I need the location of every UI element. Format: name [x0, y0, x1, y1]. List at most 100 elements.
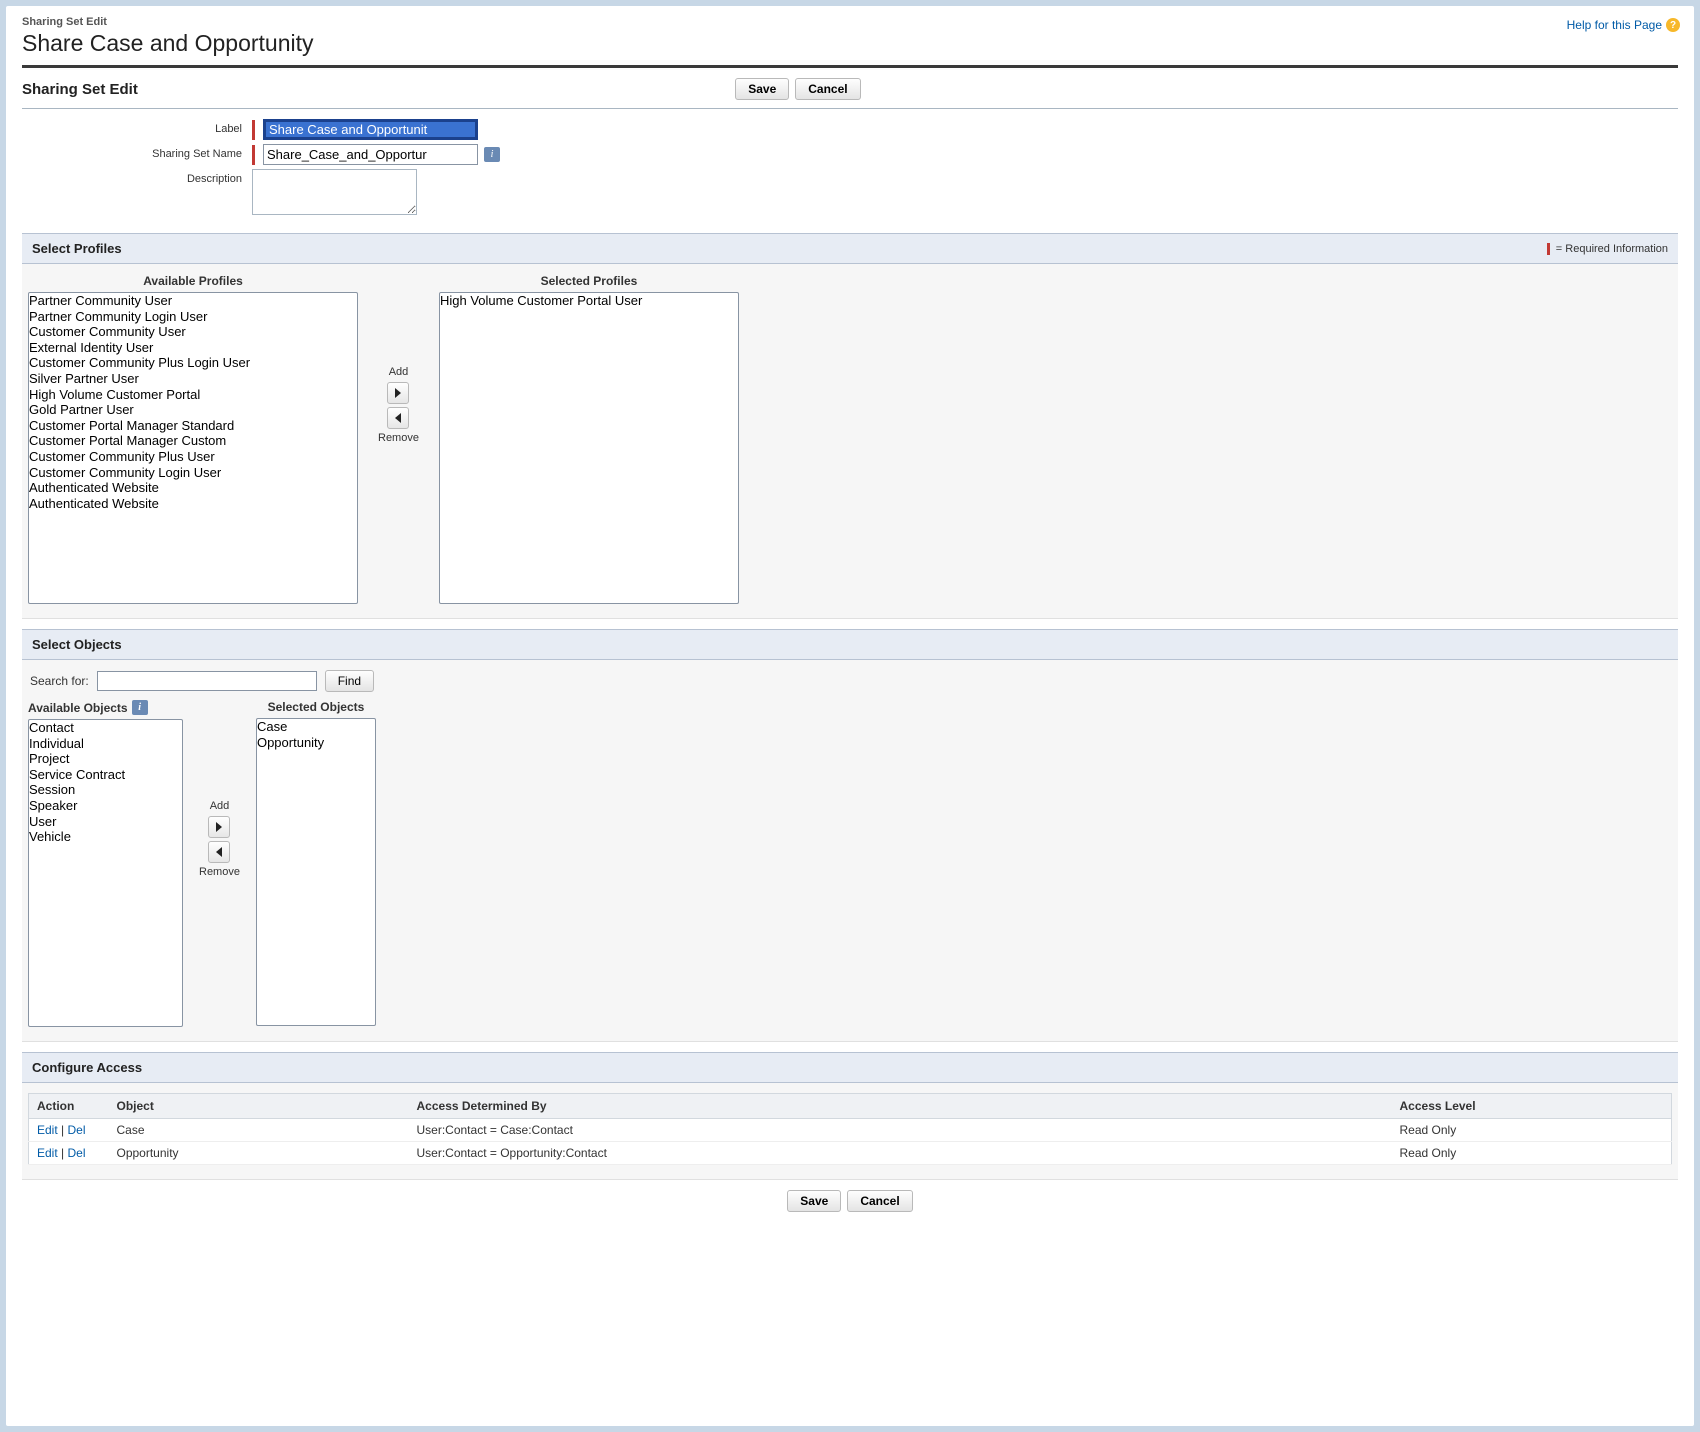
cell-by: User:Contact = Case:Contact — [409, 1119, 1392, 1142]
cell-level: Read Only — [1392, 1119, 1672, 1142]
page-header-sub: Sharing Set Edit — [22, 16, 1678, 28]
selected-profiles-list[interactable]: High Volume Customer Portal User — [439, 292, 739, 604]
list-item[interactable]: Partner Community User — [29, 293, 357, 309]
section-band-objects: Select Objects — [22, 629, 1678, 660]
add-label: Add — [210, 800, 230, 812]
available-profiles-list[interactable]: Partner Community UserPartner Community … — [28, 292, 358, 604]
del-link[interactable]: Del — [67, 1123, 85, 1137]
list-item[interactable]: External Identity User — [29, 340, 357, 356]
remove-label: Remove — [378, 432, 419, 444]
list-item[interactable]: Case — [257, 719, 375, 735]
section-title-objects: Select Objects — [32, 637, 122, 652]
section-title-sharing-set-edit: Sharing Set Edit — [22, 81, 138, 98]
sharing-set-name-input[interactable] — [263, 144, 478, 165]
list-item[interactable]: Contact — [29, 720, 182, 736]
label-field-label: Label — [22, 119, 252, 135]
save-button[interactable]: Save — [735, 78, 789, 100]
cell-level: Read Only — [1392, 1142, 1672, 1165]
list-item[interactable]: Customer Portal Manager Standard — [29, 418, 357, 434]
bottom-toolbar: Save Cancel — [6, 1180, 1694, 1230]
edit-link[interactable]: Edit — [37, 1146, 58, 1160]
add-label: Add — [389, 366, 409, 378]
del-link[interactable]: Del — [67, 1146, 85, 1160]
info-icon[interactable]: i — [132, 700, 148, 715]
section-band-profiles: Select Profiles = Required Information — [22, 233, 1678, 264]
selected-profiles-label: Selected Profiles — [541, 274, 638, 288]
list-item[interactable]: High Volume Customer Portal — [29, 387, 357, 403]
list-item[interactable]: Authenticated Website — [29, 496, 357, 512]
access-body: Action Object Access Determined By Acces… — [22, 1083, 1678, 1180]
list-item[interactable]: Silver Partner User — [29, 371, 357, 387]
col-level: Access Level — [1392, 1094, 1672, 1119]
page-title: Share Case and Opportunity — [22, 30, 1678, 57]
col-action: Action — [29, 1094, 109, 1119]
table-row: Edit | DelOpportunityUser:Contact = Oppo… — [29, 1142, 1672, 1165]
cell-by: User:Contact = Opportunity:Contact — [409, 1142, 1392, 1165]
available-objects-label: Available Objects — [28, 701, 128, 715]
list-item[interactable]: Customer Portal Manager Custom — [29, 433, 357, 449]
cell-object: Opportunity — [109, 1142, 409, 1165]
col-object: Object — [109, 1094, 409, 1119]
chevron-left-icon — [395, 413, 401, 423]
add-profile-button[interactable] — [387, 382, 409, 404]
col-by: Access Determined By — [409, 1094, 1392, 1119]
remove-object-button[interactable] — [208, 841, 230, 863]
section-band-access: Configure Access — [22, 1052, 1678, 1083]
table-row: Edit | DelCaseUser:Contact = Case:Contac… — [29, 1119, 1672, 1142]
list-item[interactable]: Authenticated Website — [29, 480, 357, 496]
chevron-right-icon — [216, 822, 222, 832]
cancel-button[interactable]: Cancel — [795, 78, 860, 100]
available-objects-list[interactable]: ContactIndividualProjectService Contract… — [28, 719, 183, 1027]
search-for-label: Search for: — [30, 674, 89, 688]
objects-body: Search for: Find Available Objects i Con… — [22, 660, 1678, 1042]
required-indicator — [252, 120, 255, 140]
help-icon: ? — [1666, 18, 1680, 32]
find-button[interactable]: Find — [325, 670, 374, 692]
profiles-body: Available Profiles Partner Community Use… — [22, 264, 1678, 619]
help-link: Help for this Page ? — [1567, 18, 1680, 32]
list-item[interactable]: User — [29, 814, 182, 830]
list-item[interactable]: Session — [29, 782, 182, 798]
access-table: Action Object Access Determined By Acces… — [28, 1093, 1672, 1165]
list-item[interactable]: High Volume Customer Portal User — [440, 293, 738, 309]
list-item[interactable]: Customer Community Plus Login User — [29, 355, 357, 371]
table-header-row: Action Object Access Determined By Acces… — [29, 1094, 1672, 1119]
toolbar: Sharing Set Edit Save Cancel — [6, 68, 1694, 108]
required-legend: = Required Information — [1547, 243, 1668, 255]
info-icon[interactable]: i — [484, 147, 500, 162]
list-item[interactable]: Speaker — [29, 798, 182, 814]
description-textarea[interactable] — [252, 169, 417, 215]
list-item[interactable]: Opportunity — [257, 735, 375, 751]
section-title-access: Configure Access — [32, 1060, 142, 1075]
section-title-profiles: Select Profiles — [32, 241, 122, 256]
help-for-page-link[interactable]: Help for this Page — [1567, 18, 1662, 32]
list-item[interactable]: Service Contract — [29, 767, 182, 783]
page-container: Help for this Page ? Sharing Set Edit Sh… — [6, 6, 1694, 1426]
list-item[interactable]: Project — [29, 751, 182, 767]
list-item[interactable]: Customer Community User — [29, 324, 357, 340]
remove-label: Remove — [199, 866, 240, 878]
add-object-button[interactable] — [208, 816, 230, 838]
sharing-set-name-label: Sharing Set Name — [22, 144, 252, 160]
edit-link[interactable]: Edit — [37, 1123, 58, 1137]
list-item[interactable]: Individual — [29, 736, 182, 752]
description-label: Description — [22, 169, 252, 185]
list-item[interactable]: Customer Community Plus User — [29, 449, 357, 465]
list-item[interactable]: Partner Community Login User — [29, 309, 357, 325]
cell-object: Case — [109, 1119, 409, 1142]
required-indicator — [1547, 243, 1550, 255]
label-input[interactable] — [263, 119, 478, 140]
cancel-button-bottom[interactable]: Cancel — [847, 1190, 912, 1212]
selected-objects-label: Selected Objects — [268, 700, 365, 714]
available-profiles-label: Available Profiles — [143, 274, 243, 288]
list-item[interactable]: Gold Partner User — [29, 402, 357, 418]
remove-profile-button[interactable] — [387, 407, 409, 429]
selected-objects-list[interactable]: CaseOpportunity — [256, 718, 376, 1026]
save-button-bottom[interactable]: Save — [787, 1190, 841, 1212]
page-header: Sharing Set Edit Share Case and Opportun… — [6, 6, 1694, 65]
list-item[interactable]: Customer Community Login User — [29, 465, 357, 481]
search-objects-input[interactable] — [97, 671, 317, 691]
required-indicator — [252, 145, 255, 165]
list-item[interactable]: Vehicle — [29, 829, 182, 845]
chevron-right-icon — [395, 388, 401, 398]
